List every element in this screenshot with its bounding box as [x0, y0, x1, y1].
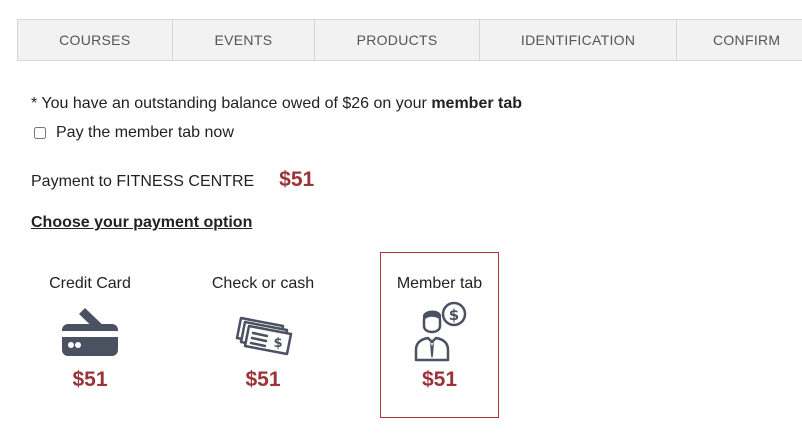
tab-events[interactable]: EVENTS	[173, 20, 316, 60]
pay-member-tab-checkbox[interactable]	[34, 127, 46, 139]
cash-icon: $	[235, 316, 293, 356]
credit-card-icon	[62, 308, 118, 356]
member-tab-emphasis: member tab	[431, 95, 523, 112]
tab-courses[interactable]: COURSES	[18, 20, 173, 60]
payment-option-member-tab[interactable]: Member tab $ $51	[380, 252, 499, 418]
payment-option-credit-card[interactable]: Credit Card $51	[32, 252, 148, 418]
tab-confirm[interactable]: CONFIRM	[677, 20, 802, 60]
balance-notice-text: * You have an outstanding balance owed o…	[31, 95, 432, 112]
member-dollar-icon: $	[414, 301, 466, 362]
option-amount: $51	[421, 368, 458, 391]
option-label: Check or cash	[211, 275, 315, 292]
payment-amount: $51	[279, 168, 315, 191]
tab-products[interactable]: PRODUCTS	[315, 20, 480, 60]
balance-notice: * You have an outstanding balance owed o…	[31, 95, 522, 113]
payment-option-heading: Choose your payment option	[31, 214, 253, 231]
option-amount: $51	[245, 368, 281, 391]
tab-identification[interactable]: IDENTIFICATION	[480, 20, 678, 60]
svg-text:$: $	[273, 336, 282, 351]
payment-option-check-cash[interactable]: Check or cash $ $51	[198, 252, 328, 418]
payment-summary: Payment to FITNESS CENTRE $51	[31, 168, 314, 192]
step-tabs: COURSES EVENTS PRODUCTS IDENTIFICATION C…	[17, 19, 802, 61]
option-amount: $51	[72, 368, 108, 391]
svg-text:$: $	[448, 306, 458, 324]
option-label: Credit Card	[49, 275, 131, 292]
pay-member-tab-option[interactable]: Pay the member tab now	[34, 124, 234, 142]
pay-member-tab-label: Pay the member tab now	[56, 124, 234, 141]
payment-label: Payment to FITNESS CENTRE	[31, 173, 255, 190]
option-label: Member tab	[396, 275, 483, 292]
